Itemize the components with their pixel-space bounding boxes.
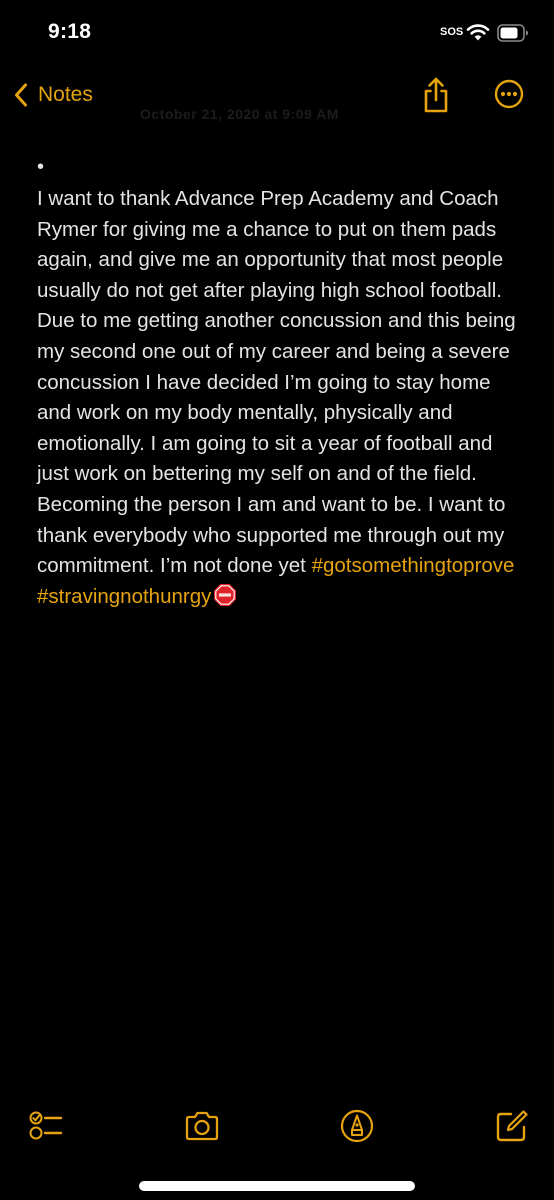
checklist-icon[interactable] — [28, 1108, 64, 1144]
battery-icon — [497, 24, 528, 42]
note-date: October 21, 2020 at 9:09 AM — [140, 106, 339, 122]
stop-sign-icon — [214, 583, 237, 606]
bottom-toolbar — [0, 1100, 554, 1150]
note-body[interactable]: • I want to thank Advance Prep Academy a… — [37, 152, 527, 612]
status-bar: 9:18 SOS — [0, 0, 554, 70]
note-paragraph: I want to thank Advance Prep Academy and… — [37, 184, 527, 612]
more-icon[interactable] — [494, 79, 524, 109]
share-icon[interactable] — [420, 76, 452, 114]
chevron-left-icon — [15, 83, 27, 107]
status-time: 9:18 — [48, 20, 92, 43]
home-indicator[interactable] — [139, 1181, 415, 1191]
sos-indicator: SOS — [440, 26, 464, 38]
markup-icon[interactable] — [339, 1108, 375, 1144]
compose-icon[interactable] — [494, 1108, 530, 1144]
bullet-point: • — [37, 156, 45, 178]
camera-icon[interactable] — [184, 1108, 220, 1144]
note-text: I want to thank Advance Prep Academy and… — [37, 187, 516, 578]
back-label: Notes — [38, 83, 93, 106]
back-button[interactable]: Notes — [14, 78, 93, 112]
wifi-icon — [466, 24, 490, 41]
